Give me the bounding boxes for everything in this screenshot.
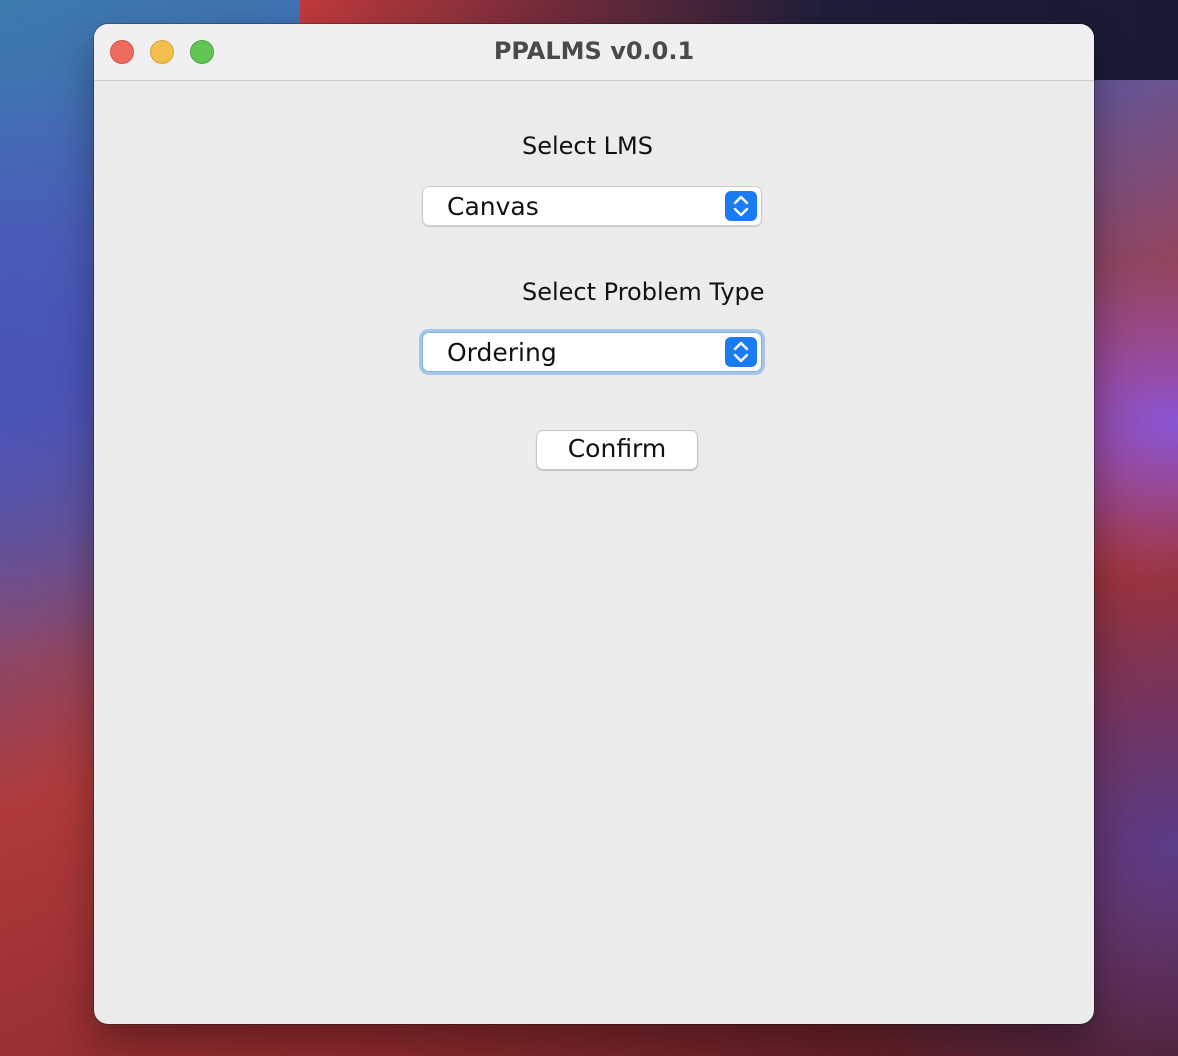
confirm-button[interactable]: Confirm: [536, 430, 698, 470]
problem-type-select[interactable]: Ordering: [422, 332, 762, 372]
chevron-up-down-icon[interactable]: [725, 337, 757, 367]
main-content: Select LMS Canvas Select Problem Type Or…: [94, 81, 1094, 1024]
problem-type-label: Select Problem Type: [522, 278, 765, 306]
lms-label: Select LMS: [522, 132, 653, 160]
title-bar[interactable]: PPALMS v0.0.1: [94, 24, 1094, 81]
chevron-up-down-icon[interactable]: [725, 191, 757, 221]
lms-select-value: Canvas: [447, 192, 539, 221]
app-window: PPALMS v0.0.1 Select LMS Canvas Select P…: [94, 24, 1094, 1024]
problem-type-select-value: Ordering: [447, 338, 557, 367]
window-title: PPALMS v0.0.1: [493, 37, 695, 65]
lms-select[interactable]: Canvas: [422, 186, 762, 226]
